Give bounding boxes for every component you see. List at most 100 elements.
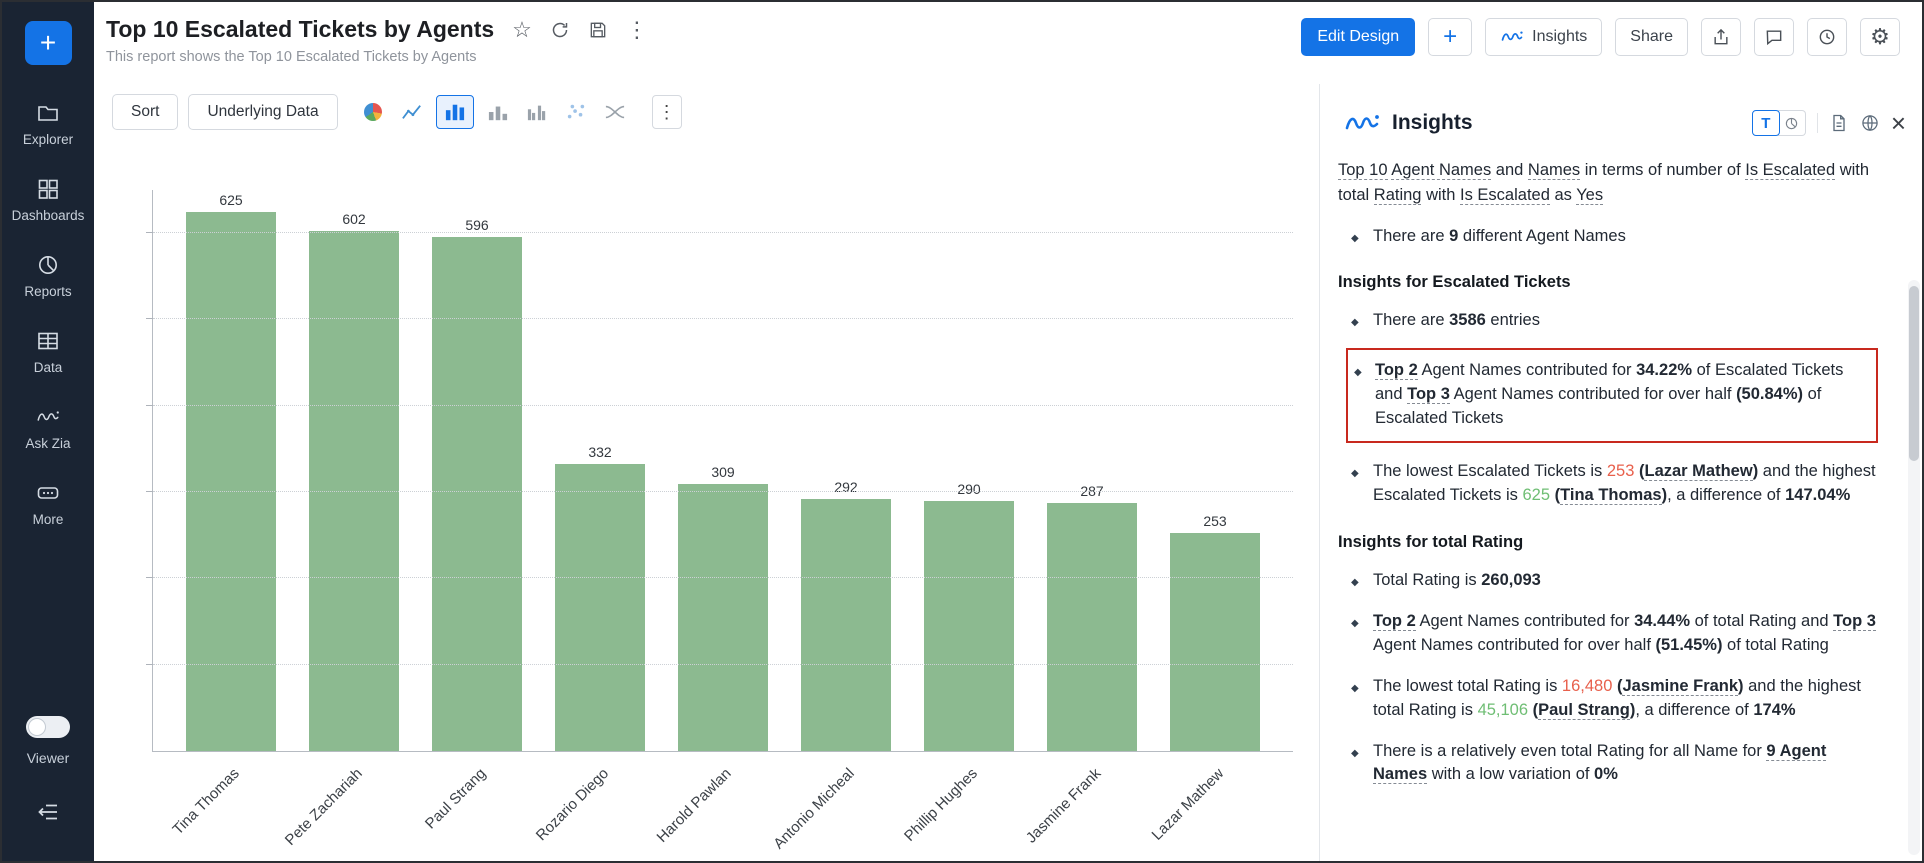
scrollbar-track[interactable] — [1908, 280, 1920, 855]
insight-link[interactable]: Top 2 — [1375, 361, 1418, 380]
bar-rozario-diego[interactable] — [555, 464, 645, 751]
insight-text: 34.22% — [1636, 361, 1692, 379]
viewer-toggle[interactable] — [26, 716, 70, 738]
insights-section-heading: Insights for Escalated Tickets — [1338, 273, 1880, 292]
insight-link[interactable]: Jasmine Frank — [1622, 677, 1738, 696]
bar-value-label: 596 — [465, 217, 488, 233]
y-axis-tick — [146, 491, 153, 492]
chart-type-grouped-bar-icon[interactable] — [522, 97, 552, 127]
insight-link[interactable]: Top 3 — [1407, 385, 1450, 404]
collapse-sidebar-button[interactable] — [36, 800, 60, 827]
insights-panel-title: Insights — [1392, 111, 1473, 135]
sidebar-item-label: Ask Zia — [25, 436, 70, 451]
sidebar-item-ask-zia[interactable]: Ask Zia — [2, 405, 94, 451]
history-icon[interactable] — [1807, 18, 1847, 56]
chart-type-group — [358, 95, 630, 129]
document-icon[interactable] — [1829, 113, 1849, 133]
add-button[interactable]: + — [1428, 18, 1472, 56]
insight-link[interactable]: Top 2 — [1373, 612, 1416, 631]
export-icon[interactable] — [1701, 18, 1741, 56]
insight-link[interactable]: Top 10 — [1338, 161, 1388, 180]
text-view-button[interactable]: T — [1752, 110, 1780, 136]
chart-type-column-icon[interactable] — [483, 97, 513, 127]
sort-button[interactable]: Sort — [112, 94, 178, 130]
bar-slot: 332Rozario Diego — [555, 190, 645, 751]
x-axis-label: Tina Thomas — [170, 765, 243, 838]
sidebar-item-data[interactable]: Data — [2, 329, 94, 375]
insight-link[interactable]: Tina Thomas — [1560, 486, 1661, 505]
chart-type-scatter-icon[interactable] — [561, 97, 591, 127]
bullet-diamond-icon: ◆ — [1351, 747, 1359, 762]
insight-text: 625 — [1522, 486, 1550, 504]
report-description: This report shows the Top 10 Escalated T… — [106, 49, 648, 65]
bar-value-label: 625 — [219, 192, 242, 208]
chart-type-line-icon[interactable] — [397, 97, 427, 127]
insight-text: of total Rating and — [1690, 612, 1833, 630]
bar-slot: 253Lazar Mathew — [1170, 190, 1260, 751]
insight-text: Agent Names contributed for over half — [1450, 385, 1736, 403]
bullet-diamond-icon: ◆ — [1351, 682, 1359, 697]
insight-text: There are — [1373, 227, 1449, 245]
edit-design-button[interactable]: Edit Design — [1301, 18, 1415, 56]
table-icon — [36, 329, 60, 353]
chart-type-flow-icon[interactable] — [600, 97, 630, 127]
insights-panel-controls: T × — [1752, 110, 1906, 136]
favorite-star-icon[interactable]: ☆ — [512, 19, 532, 41]
more-options-kebab-icon[interactable]: ⋮ — [626, 19, 648, 41]
zia-icon — [36, 405, 60, 429]
sidebar-item-label: Explorer — [23, 132, 73, 147]
insight-text: Agent Names contributed for over half — [1373, 636, 1655, 654]
sidebar-item-label: Data — [34, 360, 63, 375]
sidebar-item-more[interactable]: More — [2, 481, 94, 527]
bar-lazar-mathew[interactable] — [1170, 533, 1260, 751]
sidebar-item-dashboards[interactable]: Dashboards — [2, 177, 94, 223]
insight-bullet-highlighted: ◆Top 2 Agent Names contributed for 34.22… — [1346, 348, 1878, 443]
bar-phillip-hughes[interactable] — [924, 501, 1014, 751]
bar-jasmine-frank[interactable] — [1047, 503, 1137, 751]
insight-link[interactable]: Top 3 — [1833, 612, 1876, 631]
more-icon — [36, 481, 60, 505]
bar-paul-strang[interactable] — [432, 237, 522, 751]
insight-link[interactable]: Agent Names — [1391, 161, 1491, 180]
bar-harold-pawlan[interactable] — [678, 484, 768, 751]
bar-slot: 309Harold Pawlan — [678, 190, 768, 751]
settings-gear-icon[interactable]: ⚙ — [1860, 18, 1900, 56]
scrollbar-thumb[interactable] — [1909, 286, 1919, 461]
refresh-icon[interactable] — [550, 20, 570, 40]
insight-text: 3586 — [1449, 311, 1486, 329]
bar-antonio-micheal[interactable] — [801, 499, 891, 751]
insight-text: of total Rating — [1722, 636, 1828, 654]
insight-text: 253 — [1607, 462, 1635, 480]
insight-link[interactable]: Lazar Mathew — [1644, 462, 1752, 481]
insights-button[interactable]: Insights — [1485, 18, 1602, 56]
chart-type-bar-icon-selected[interactable] — [436, 95, 474, 129]
bar-tina-thomas[interactable] — [186, 212, 276, 751]
underlying-data-button[interactable]: Underlying Data — [188, 94, 337, 130]
chart-view-button[interactable] — [1778, 110, 1806, 136]
insight-link[interactable]: Rating — [1374, 186, 1422, 205]
y-axis-tick — [146, 405, 153, 406]
bullet-diamond-icon: ◆ — [1351, 232, 1359, 247]
insight-link[interactable]: Is Escalated — [1460, 186, 1550, 205]
insight-text: 174% — [1753, 701, 1795, 719]
sidebar-item-explorer[interactable]: Explorer — [2, 101, 94, 147]
close-icon[interactable]: × — [1891, 110, 1906, 136]
save-icon[interactable] — [588, 20, 608, 40]
bar-value-label: 602 — [342, 211, 365, 227]
insight-link[interactable]: Paul Strang — [1538, 701, 1630, 720]
sidebar-item-reports[interactable]: Reports — [2, 253, 94, 299]
bar-slot: 602Pete Zachariah — [309, 190, 399, 751]
viewer-label: Viewer — [27, 750, 70, 766]
insight-link[interactable]: Yes — [1576, 186, 1603, 205]
comment-icon[interactable] — [1754, 18, 1794, 56]
toolbar-kebab-icon[interactable]: ⋮ — [652, 95, 682, 129]
globe-icon[interactable] — [1860, 113, 1880, 133]
insight-bullet: ◆The lowest total Rating is 16,480 (Jasm… — [1338, 675, 1880, 723]
bar-value-label: 292 — [834, 479, 857, 495]
create-new-button[interactable]: + — [25, 21, 72, 65]
insight-link[interactable]: Is Escalated — [1745, 161, 1835, 180]
share-button[interactable]: Share — [1615, 18, 1688, 56]
chart-type-pie-icon[interactable] — [358, 97, 388, 127]
insight-link[interactable]: Names — [1528, 161, 1580, 180]
chart-plot-area: 625Tina Thomas602Pete Zachariah596Paul S… — [152, 190, 1293, 752]
